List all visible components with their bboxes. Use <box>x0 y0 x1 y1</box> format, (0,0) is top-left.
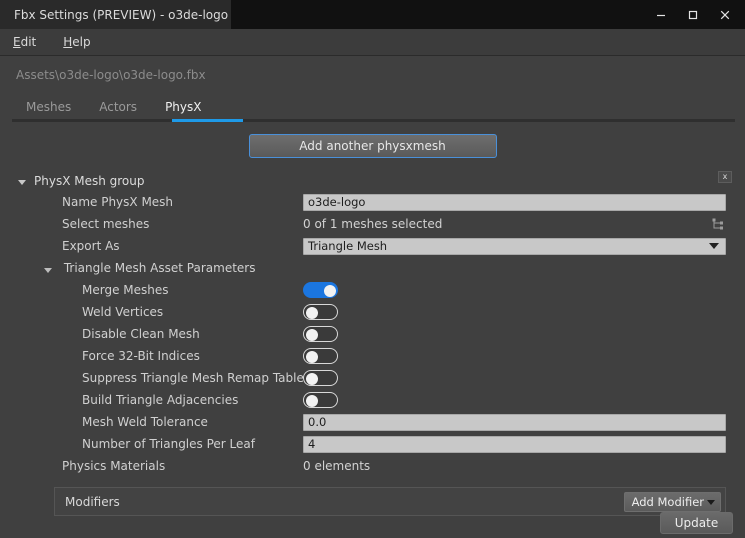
tree-select-icon[interactable] <box>710 216 726 232</box>
force-32-bit-indices-toggle[interactable] <box>303 348 338 364</box>
header: Assets\o3de-logo\o3de-logo.fbx Meshes Ac… <box>0 56 745 122</box>
toggle-knob <box>324 285 336 297</box>
menu-item-help-accel: H <box>63 35 72 49</box>
add-mesh-row: Add another physxmesh <box>0 134 745 158</box>
row-export-as: Export As Triangle Mesh <box>0 235 745 257</box>
menu-bar: Edit Help <box>0 29 745 56</box>
maximize-icon[interactable] <box>677 0 709 29</box>
row-select-meshes: Select meshes 0 of 1 meshes selected <box>0 213 745 235</box>
row-name-physx-mesh: Name PhysX Mesh o3de-logo <box>0 191 745 213</box>
window-controls <box>645 0 745 29</box>
row-weld-vertices: Weld Vertices <box>0 301 745 323</box>
merge-meshes-toggle[interactable] <box>303 282 338 298</box>
build-triangle-adjacencies-toggle[interactable] <box>303 392 338 408</box>
title-bar-spacer <box>231 0 645 29</box>
merge-meshes-label: Merge Meshes <box>82 283 169 297</box>
disable-clean-mesh-toggle[interactable] <box>303 326 338 342</box>
triangle-mesh-asset-parameters-title: Triangle Mesh Asset Parameters <box>64 261 256 275</box>
tab-active-indicator <box>172 119 243 122</box>
properties-panel: PhysX Mesh group x Name PhysX Mesh o3de-… <box>0 171 745 516</box>
row-force-32-bit-indices: Force 32-Bit Indices <box>0 345 745 367</box>
physics-materials-value: 0 elements <box>303 459 726 473</box>
select-meshes-label: Select meshes <box>62 217 149 231</box>
row-build-triangle-adjacencies: Build Triangle Adjacencies <box>0 389 745 411</box>
physx-mesh-group-title: PhysX Mesh group <box>34 174 145 188</box>
toggle-knob <box>306 351 318 363</box>
toggle-knob <box>306 307 318 319</box>
add-another-physxmesh-button[interactable]: Add another physxmesh <box>249 134 497 158</box>
toggle-knob <box>306 395 318 407</box>
asset-path: Assets\o3de-logo\o3de-logo.fbx <box>0 68 745 85</box>
row-disable-clean-mesh: Disable Clean Mesh <box>0 323 745 345</box>
tab-underline <box>12 119 735 122</box>
chevron-down-icon[interactable] <box>18 180 26 185</box>
number-of-triangles-per-leaf-label: Number of Triangles Per Leaf <box>82 437 255 451</box>
select-meshes-value: 0 of 1 meshes selected <box>303 217 710 231</box>
mesh-weld-tolerance-input[interactable]: 0.0 <box>303 414 726 431</box>
export-as-value: Triangle Mesh <box>308 239 387 253</box>
remove-group-button[interactable]: x <box>718 171 732 183</box>
footer: Update <box>0 482 745 538</box>
suppress-triangle-mesh-remap-table-toggle[interactable] <box>303 370 338 386</box>
tab-bar: Meshes Actors PhysX <box>0 96 745 119</box>
export-as-dropdown[interactable]: Triangle Mesh <box>303 238 726 255</box>
force-32-bit-indices-label: Force 32-Bit Indices <box>82 349 200 363</box>
export-as-label: Export As <box>62 239 120 253</box>
tab-physx[interactable]: PhysX <box>151 100 215 119</box>
toggle-knob <box>306 373 318 385</box>
tab-actors[interactable]: Actors <box>85 100 151 119</box>
row-mesh-weld-tolerance: Mesh Weld Tolerance 0.0 <box>0 411 745 433</box>
triangle-mesh-asset-parameters-header[interactable]: Triangle Mesh Asset Parameters <box>0 257 745 279</box>
title-bar: Fbx Settings (PREVIEW) - o3de-logo <box>0 0 745 29</box>
suppress-triangle-mesh-remap-table-label: Suppress Triangle Mesh Remap Table <box>82 371 304 385</box>
number-of-triangles-per-leaf-input[interactable]: 4 <box>303 436 726 453</box>
row-physics-materials: Physics Materials 0 elements <box>0 455 745 477</box>
disable-clean-mesh-label: Disable Clean Mesh <box>82 327 200 341</box>
physx-mesh-group-header[interactable]: PhysX Mesh group x <box>0 171 745 191</box>
menu-item-edit-accel: E <box>13 35 21 49</box>
menu-item-edit[interactable]: Edit <box>13 35 36 49</box>
physics-materials-label: Physics Materials <box>62 459 165 473</box>
name-physx-mesh-label: Name PhysX Mesh <box>62 195 173 209</box>
toggle-knob <box>306 329 318 341</box>
weld-vertices-label: Weld Vertices <box>82 305 163 319</box>
chevron-down-icon <box>709 243 719 249</box>
row-number-of-triangles-per-leaf: Number of Triangles Per Leaf 4 <box>0 433 745 455</box>
window-title-tab: Fbx Settings (PREVIEW) - o3de-logo <box>0 0 231 29</box>
row-suppress-triangle-mesh-remap-table: Suppress Triangle Mesh Remap Table <box>0 367 745 389</box>
fbx-settings-window: Fbx Settings (PREVIEW) - o3de-logo Edit … <box>0 0 745 538</box>
window-title: Fbx Settings (PREVIEW) - o3de-logo <box>14 8 228 22</box>
tab-meshes[interactable]: Meshes <box>12 100 85 119</box>
menu-item-edit-label: dit <box>21 35 37 49</box>
update-button[interactable]: Update <box>660 512 733 534</box>
mesh-weld-tolerance-label: Mesh Weld Tolerance <box>82 415 208 429</box>
chevron-down-icon[interactable] <box>44 268 52 273</box>
close-icon[interactable] <box>709 0 741 29</box>
weld-vertices-toggle[interactable] <box>303 304 338 320</box>
row-merge-meshes: Merge Meshes <box>0 279 745 301</box>
name-physx-mesh-input[interactable]: o3de-logo <box>303 194 726 211</box>
build-triangle-adjacencies-label: Build Triangle Adjacencies <box>82 393 238 407</box>
minimize-icon[interactable] <box>645 0 677 29</box>
menu-item-help[interactable]: Help <box>63 35 90 49</box>
menu-item-help-label: elp <box>72 35 90 49</box>
